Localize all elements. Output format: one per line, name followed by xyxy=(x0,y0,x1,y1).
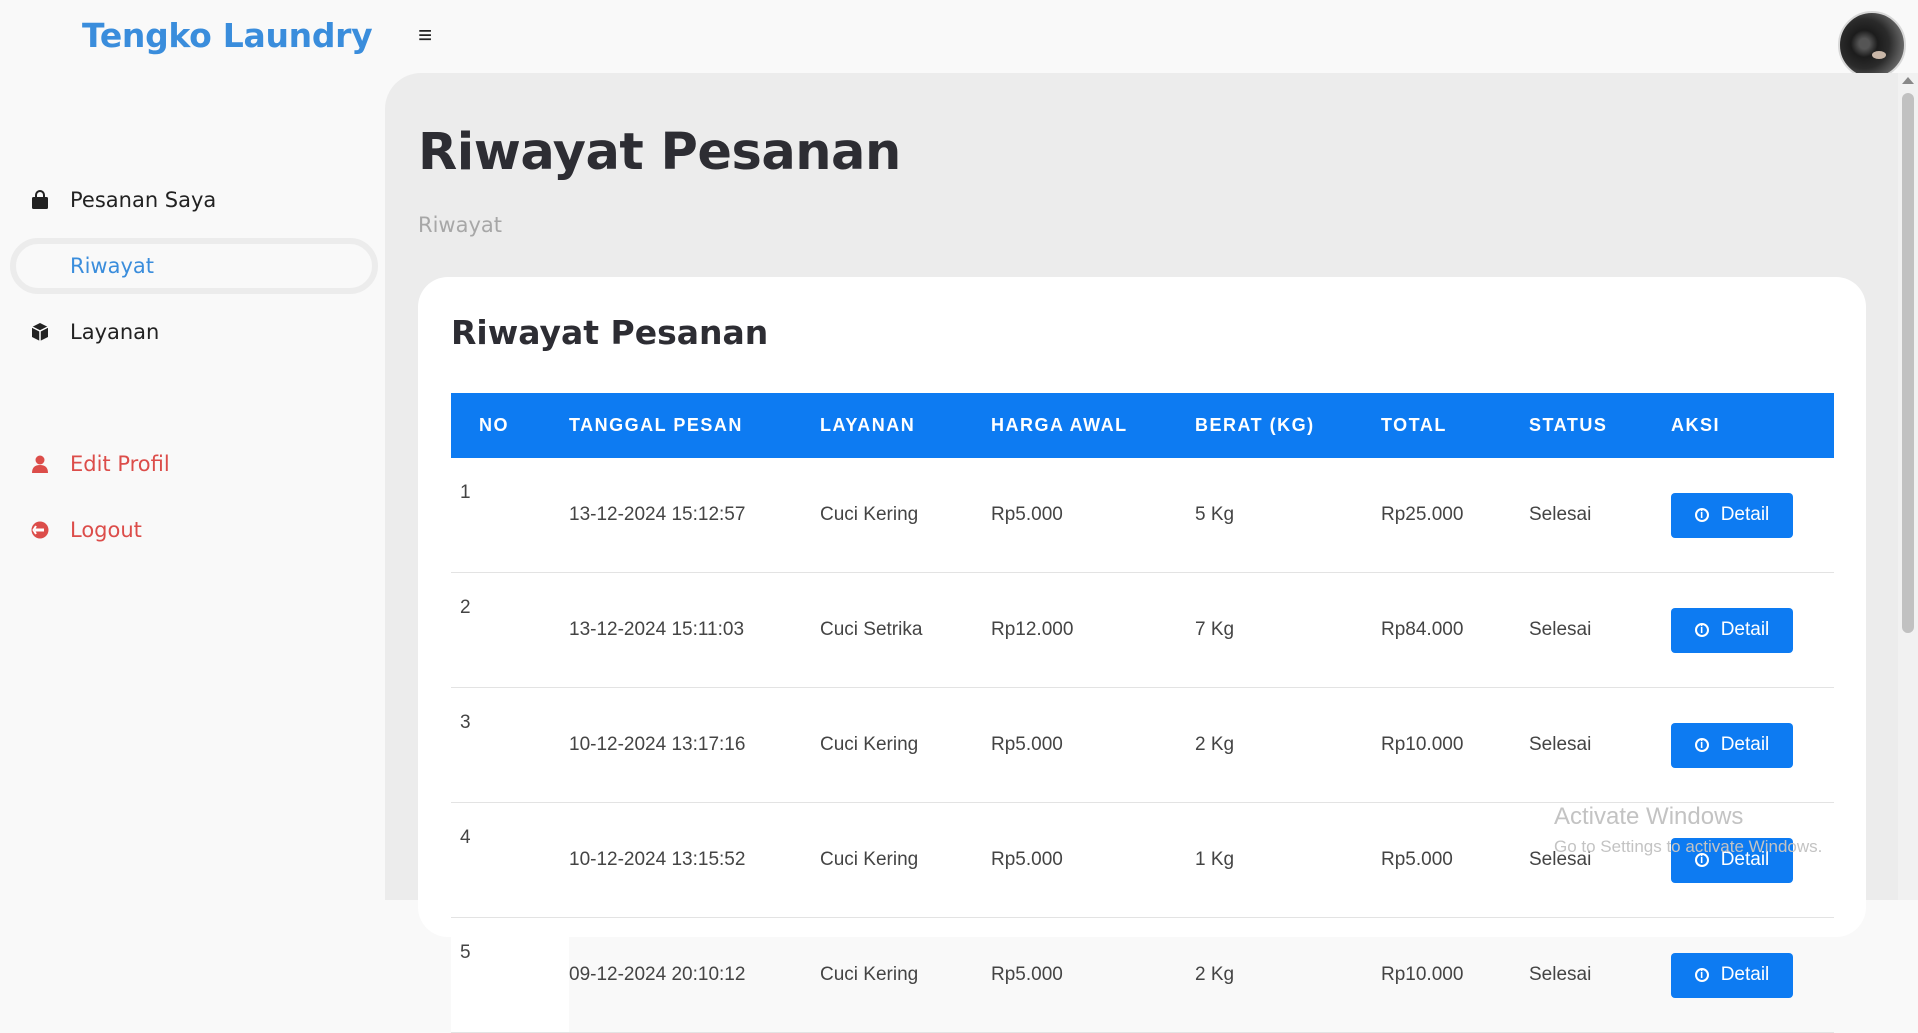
cell-harga: Rp12.000 xyxy=(991,572,1195,688)
cell-total: Rp84.000 xyxy=(1381,572,1529,688)
detail-button[interactable]: i Detail xyxy=(1671,722,1793,768)
main-content: Riwayat Pesanan Riwayat Riwayat Pesanan … xyxy=(385,73,1898,1033)
orders-table: NO TANGGAL PESAN LAYANAN HARGA AWAL BERA… xyxy=(451,393,1834,1033)
menu-toggle-icon[interactable]: ≡ xyxy=(418,22,432,50)
cell-berat: 1 Kg xyxy=(1195,802,1381,918)
detail-button-label: Detail xyxy=(1720,619,1770,640)
column-header-aksi: AKSI xyxy=(1671,393,1834,458)
cell-harga: Rp5.000 xyxy=(991,802,1195,918)
cell-harga: Rp5.000 xyxy=(991,917,1195,1033)
detail-button-label: Detail xyxy=(1720,734,1770,755)
cell-berat: 2 Kg xyxy=(1195,687,1381,803)
detail-button-label: Detail xyxy=(1720,964,1770,985)
cell-total: Rp25.000 xyxy=(1381,458,1529,573)
card-title: Riwayat Pesanan xyxy=(451,313,769,352)
cell-layanan: Cuci Kering xyxy=(820,687,991,803)
sidebar-item-edit-profil[interactable]: Edit Profil xyxy=(30,436,375,492)
cell-no: 1 xyxy=(451,458,569,573)
column-header-status: STATUS xyxy=(1529,393,1671,458)
cell-berat: 5 Kg xyxy=(1195,458,1381,573)
column-header-no: NO xyxy=(451,393,569,458)
cell-total: Rp5.000 xyxy=(1381,802,1529,918)
table-header-row: NO TANGGAL PESAN LAYANAN HARGA AWAL BERA… xyxy=(451,393,1834,458)
cell-tanggal: 13-12-2024 15:12:57 xyxy=(569,458,820,573)
sidebar-item-label: Logout xyxy=(70,518,142,542)
sidebar-item-label: Layanan xyxy=(70,320,160,344)
cell-layanan: Cuci Kering xyxy=(820,917,991,1033)
table-row: 2 13-12-2024 15:11:03 Cuci Setrika Rp12.… xyxy=(451,572,1834,688)
sidebar-item-label: Pesanan Saya xyxy=(70,188,217,212)
cell-status: Selesai xyxy=(1529,572,1671,688)
sidebar-item-label: Riwayat xyxy=(70,254,154,278)
page-title: Riwayat Pesanan xyxy=(418,123,901,182)
cell-aksi: i Detail xyxy=(1671,917,1834,1033)
user-icon xyxy=(30,454,70,474)
info-icon: i xyxy=(1694,738,1709,752)
cell-aksi: i Detail xyxy=(1671,458,1834,573)
cell-no: 5 xyxy=(451,917,569,1033)
table-row: 5 09-12-2024 20:10:12 Cuci Kering Rp5.00… xyxy=(451,917,1834,1033)
box-icon xyxy=(30,322,70,342)
logout-icon xyxy=(30,520,70,540)
cell-tanggal: 10-12-2024 13:15:52 xyxy=(569,802,820,918)
cell-aksi: i Detail xyxy=(1671,687,1834,803)
cell-tanggal: 09-12-2024 20:10:12 xyxy=(569,917,820,1033)
page-scrollbar[interactable] xyxy=(1898,73,1918,900)
cell-no: 3 xyxy=(451,687,569,803)
cell-total: Rp10.000 xyxy=(1381,917,1529,1033)
shopping-bag-icon xyxy=(30,190,70,210)
info-icon: i xyxy=(1694,623,1709,637)
cell-status: Selesai xyxy=(1529,917,1671,1033)
cell-status: Selesai xyxy=(1529,458,1671,573)
info-icon: i xyxy=(1694,968,1709,982)
sidebar-item-pesanan-saya[interactable]: Pesanan Saya xyxy=(30,172,375,228)
cell-harga: Rp5.000 xyxy=(991,687,1195,803)
breadcrumb: Riwayat xyxy=(418,213,502,237)
detail-button[interactable]: i Detail xyxy=(1671,492,1793,538)
column-header-layanan: LAYANAN xyxy=(820,393,991,458)
column-header-total: TOTAL xyxy=(1381,393,1529,458)
cell-aksi: i Detail xyxy=(1671,572,1834,688)
scrollbar-thumb[interactable] xyxy=(1902,93,1914,633)
scroll-up-icon[interactable] xyxy=(1902,77,1914,84)
sidebar-item-layanan[interactable]: Layanan xyxy=(30,304,375,360)
info-icon: i xyxy=(1694,508,1709,522)
column-header-berat: BERAT (KG) xyxy=(1195,393,1381,458)
column-header-harga: HARGA AWAL xyxy=(991,393,1195,458)
table-row: 3 10-12-2024 13:17:16 Cuci Kering Rp5.00… xyxy=(451,687,1834,803)
sidebar: Pesanan Saya Riwayat Layanan Edit Profil… xyxy=(0,0,385,900)
sidebar-item-label: Edit Profil xyxy=(70,452,170,476)
cell-berat: 7 Kg xyxy=(1195,572,1381,688)
cell-no: 4 xyxy=(451,802,569,918)
table-row: 1 13-12-2024 15:12:57 Cuci Kering Rp5.00… xyxy=(451,458,1834,573)
detail-button-label: Detail xyxy=(1720,504,1770,525)
windows-activation-hint: Go to Settings to activate Windows. xyxy=(1554,837,1823,856)
cell-no: 2 xyxy=(451,572,569,688)
cell-layanan: Cuci Setrika xyxy=(820,572,991,688)
cell-status: Selesai xyxy=(1529,687,1671,803)
cell-total: Rp10.000 xyxy=(1381,687,1529,803)
cell-tanggal: 13-12-2024 15:11:03 xyxy=(569,572,820,688)
column-header-tanggal: TANGGAL PESAN xyxy=(569,393,820,458)
windows-activation-title: Activate Windows xyxy=(1554,803,1744,830)
cell-layanan: Cuci Kering xyxy=(820,458,991,573)
detail-button[interactable]: i Detail xyxy=(1671,607,1793,653)
cell-berat: 2 Kg xyxy=(1195,917,1381,1033)
sidebar-item-riwayat[interactable]: Riwayat xyxy=(10,238,378,294)
cell-layanan: Cuci Kering xyxy=(820,802,991,918)
cell-tanggal: 10-12-2024 13:17:16 xyxy=(569,687,820,803)
cell-harga: Rp5.000 xyxy=(991,458,1195,573)
detail-button[interactable]: i Detail xyxy=(1671,952,1793,998)
avatar[interactable] xyxy=(1838,11,1906,79)
sidebar-item-logout[interactable]: Logout xyxy=(30,502,375,558)
